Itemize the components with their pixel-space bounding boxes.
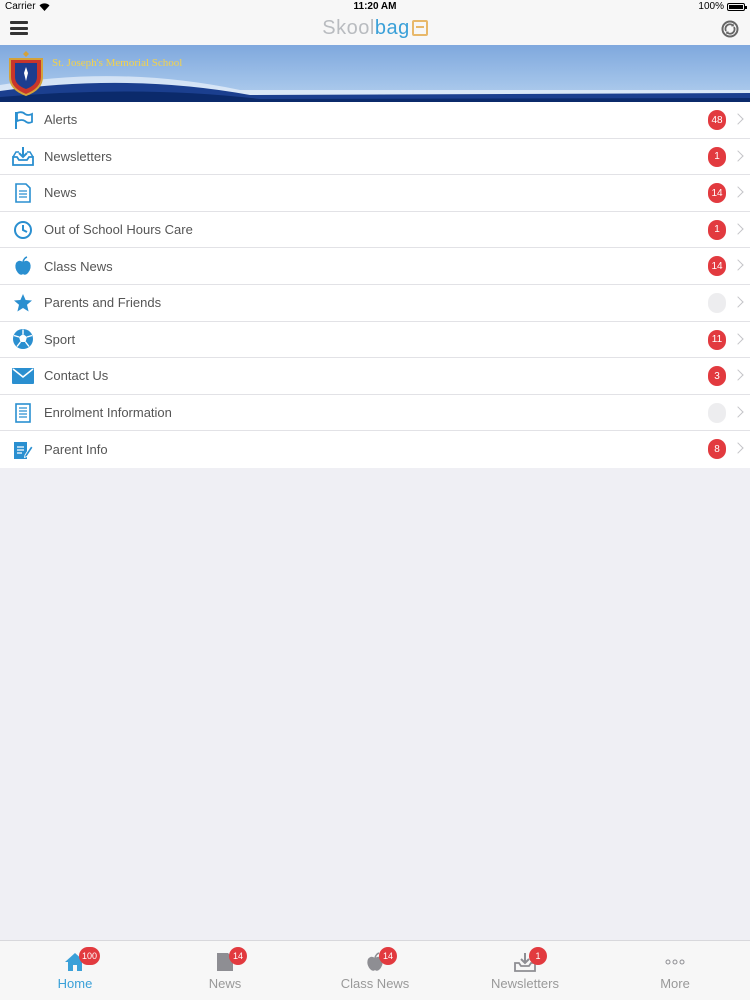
document-icon xyxy=(12,182,34,204)
clock-icon xyxy=(12,219,34,241)
menu-item-label: Parent Info xyxy=(44,442,108,458)
notification-badge xyxy=(708,402,726,423)
app-logo: Skoolbag xyxy=(0,17,750,40)
menu-list: Alerts 48 Newsletters 1 News 14 Out of S… xyxy=(0,102,750,468)
tab-badge: 14 xyxy=(229,947,247,965)
notification-badge: 11 xyxy=(708,329,726,350)
edit-document-icon xyxy=(12,439,34,461)
menu-item-label: Class News xyxy=(44,258,113,274)
chevron-right-icon xyxy=(732,406,744,418)
tab-more[interactable]: More xyxy=(600,941,750,1000)
envelope-icon xyxy=(12,365,34,387)
chevron-right-icon xyxy=(732,149,744,162)
nav-bar: Skoolbag xyxy=(0,14,750,45)
chevron-right-icon xyxy=(732,296,744,308)
menu-item-alerts[interactable]: Alerts 48 xyxy=(0,102,750,139)
tab-home[interactable]: 100 Home xyxy=(0,941,150,1000)
chevron-right-icon xyxy=(732,223,744,235)
menu-item-contact-us[interactable]: Contact Us 3 xyxy=(0,358,750,395)
battery-indicator: 100% xyxy=(698,1,747,12)
tab-label: More xyxy=(660,976,690,991)
school-crest-icon xyxy=(9,51,43,97)
menu-item-oshc[interactable]: Out of School Hours Care 1 xyxy=(0,212,750,249)
notification-badge: 1 xyxy=(708,219,726,240)
notification-badge: 14 xyxy=(708,183,726,204)
menu-item-class-news[interactable]: Class News 14 xyxy=(0,248,750,285)
chevron-right-icon xyxy=(732,186,744,198)
chevron-right-icon xyxy=(732,369,744,381)
tab-class-news[interactable]: 14 Class News xyxy=(300,941,450,1000)
battery-icon xyxy=(727,2,747,11)
logo-book-icon xyxy=(411,20,428,36)
menu-item-label: Out of School Hours Care xyxy=(44,222,193,238)
tab-badge: 14 xyxy=(379,947,397,965)
star-icon xyxy=(12,292,34,314)
chevron-right-icon xyxy=(732,259,744,272)
menu-item-enrolment-information[interactable]: Enrolment Information xyxy=(0,395,750,432)
notification-badge: 1 xyxy=(708,146,726,167)
tab-badge: 100 xyxy=(79,947,101,965)
chevron-right-icon xyxy=(732,113,744,125)
tab-badge: 1 xyxy=(529,947,547,965)
tab-label: Home xyxy=(57,976,93,991)
menu-item-label: News xyxy=(44,185,77,201)
notification-badge: 3 xyxy=(708,366,726,387)
tab-label: News xyxy=(208,976,242,991)
list-document-icon xyxy=(12,402,34,424)
flag-icon xyxy=(12,109,34,131)
tab-label: Class News xyxy=(340,976,410,991)
logo-text-bag: bag xyxy=(374,17,410,39)
tab-newsletters[interactable]: 1 Newsletters xyxy=(450,941,600,1000)
notification-badge: 48 xyxy=(708,110,726,130)
battery-percent: 100% xyxy=(698,1,724,12)
chevron-right-icon xyxy=(732,332,744,345)
soccer-ball-icon xyxy=(12,328,34,350)
school-banner: St. Joseph's Memorial School xyxy=(0,45,750,102)
tab-news[interactable]: 14 News xyxy=(150,941,300,1000)
menu-item-label: Newsletters xyxy=(44,148,112,164)
menu-item-news[interactable]: News 14 xyxy=(0,175,750,212)
menu-item-label: Sport xyxy=(44,331,76,347)
more-dots-icon xyxy=(664,951,686,973)
chevron-right-icon xyxy=(732,442,744,455)
status-time: 11:20 AM xyxy=(353,1,397,12)
apple-icon xyxy=(12,255,34,277)
refresh-icon[interactable] xyxy=(720,19,740,39)
menu-item-parent-info[interactable]: Parent Info 8 xyxy=(0,431,750,468)
logo-text-skool: Skool xyxy=(322,17,375,39)
menu-item-sport[interactable]: Sport 11 xyxy=(0,322,750,359)
menu-item-label: Parents and Friends xyxy=(44,295,162,311)
notification-badge: 14 xyxy=(708,256,726,277)
notification-badge: 8 xyxy=(708,439,726,460)
tab-bar: 100 Home 14 News 14 Class News 1 Newslet… xyxy=(0,940,750,1000)
status-bar: Carrier 11:20 AM 100% xyxy=(0,0,750,14)
menu-item-parents-and-friends[interactable]: Parents and Friends xyxy=(0,285,750,322)
menu-item-label: Contact Us xyxy=(44,368,109,384)
tab-label: Newsletters xyxy=(491,976,559,991)
notification-badge xyxy=(708,292,726,313)
menu-item-label: Enrolment Information xyxy=(44,405,172,421)
school-name: St. Joseph's Memorial School xyxy=(52,57,183,69)
inbox-download-icon xyxy=(12,145,34,167)
menu-item-newsletters[interactable]: Newsletters 1 xyxy=(0,139,750,176)
banner-waves xyxy=(0,76,750,102)
menu-item-label: Alerts xyxy=(44,112,78,128)
